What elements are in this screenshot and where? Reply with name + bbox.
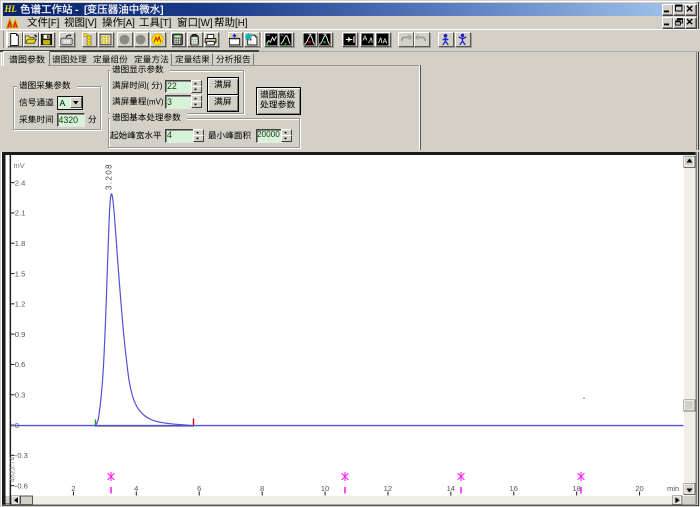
svg-text:): ) — [160, 82, 163, 91]
svg-text:[F]: [F] — [48, 18, 59, 29]
svg-text:3.208: 3.208 — [105, 163, 114, 190]
svg-text:A: A — [382, 38, 387, 45]
svg-text:2.4: 2.4 — [15, 178, 26, 187]
svg-text:[A]: [A] — [123, 18, 135, 29]
svg-text:1.5: 1.5 — [15, 269, 26, 278]
svg-text:16: 16 — [509, 484, 517, 493]
svg-text:[H]: [H] — [235, 18, 247, 29]
svg-text:2.1: 2.1 — [15, 209, 26, 218]
svg-text:4: 4 — [134, 484, 138, 493]
svg-text:(mV): (mV) — [146, 98, 163, 107]
svg-text:(: ( — [146, 82, 149, 91]
svg-text:8: 8 — [260, 484, 264, 493]
svg-text:[W]: [W] — [198, 18, 213, 29]
svg-text:[: [ — [84, 5, 88, 16]
svg-text:4823.74: 4823.74 — [10, 457, 17, 482]
svg-text:-0.6: -0.6 — [15, 481, 28, 490]
svg-text:1.8: 1.8 — [15, 239, 26, 248]
svg-text:mV: mV — [14, 161, 25, 170]
svg-text:18: 18 — [572, 484, 580, 493]
svg-text:0.3: 0.3 — [15, 391, 26, 400]
svg-text:-0.3: -0.3 — [15, 451, 28, 460]
svg-text:10: 10 — [321, 484, 329, 493]
svg-text:14: 14 — [447, 484, 455, 493]
svg-text:1.2: 1.2 — [15, 300, 26, 309]
svg-text:2: 2 — [71, 484, 75, 493]
svg-text:]: ] — [160, 5, 163, 16]
svg-text:20: 20 — [635, 484, 643, 493]
svg-text:[T]: [T] — [160, 18, 171, 29]
svg-text:6: 6 — [197, 484, 201, 493]
svg-text:A: A — [362, 36, 367, 43]
svg-text:[V]: [V] — [85, 18, 97, 29]
svg-text:0.6: 0.6 — [15, 360, 26, 369]
svg-text:0.9: 0.9 — [15, 330, 26, 339]
svg-text:min: min — [667, 484, 679, 493]
svg-text:12: 12 — [384, 484, 392, 493]
